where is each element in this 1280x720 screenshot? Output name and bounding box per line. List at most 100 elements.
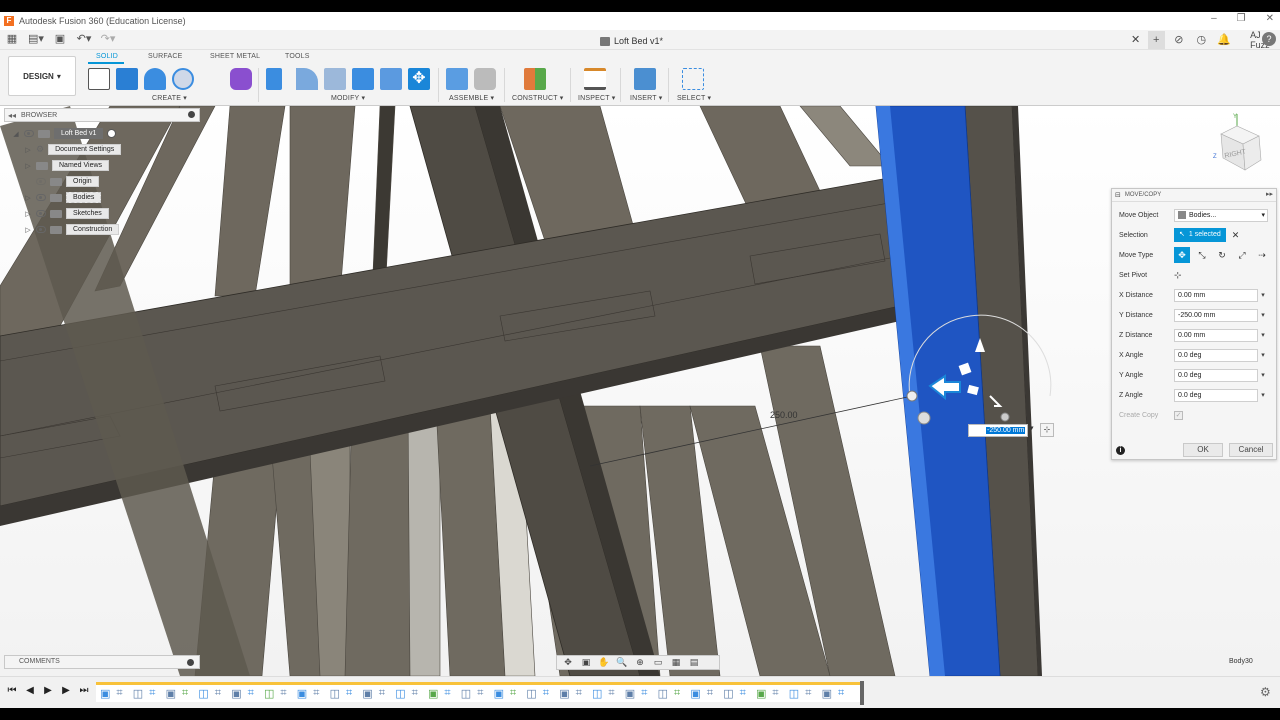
visibility-eye-icon[interactable]: [36, 194, 46, 201]
free-move-icon[interactable]: ✥: [1174, 247, 1190, 263]
collapse-panel-icon[interactable]: ◂◂: [8, 111, 16, 120]
timeline-feature-icon[interactable]: ▣: [756, 687, 766, 700]
offset-plane-icon[interactable]: [524, 68, 546, 90]
timeline-feature-icon[interactable]: ⌗: [248, 687, 254, 700]
chevron-down-icon[interactable]: ▾: [1258, 371, 1268, 379]
timeline-features[interactable]: ▣ ⌗ ◫ ⌗ ▣ ⌗ ◫ ⌗ ▣ ⌗ ◫ ⌗ ▣ ⌗ ◫ ⌗ ▣ ⌗ ◫ ⌗ ▣ ⌗ ◫ ⌗ ▣ ⌗ ◫ ⌗ ▣ ⌗ ◫ ⌗ ▣ ⌗ ◫ ⌗ ▣ ⌗ ◫ ⌗…: [96, 682, 862, 702]
data-panel-grid-icon[interactable]: ▦: [4, 32, 20, 47]
workspace-switcher[interactable]: DESIGN ▾: [8, 56, 76, 96]
y-distance-field[interactable]: -250.00 mm: [1174, 308, 1258, 322]
look-at-icon[interactable]: ▣: [579, 657, 593, 668]
timeline-marker[interactable]: [860, 681, 864, 705]
clear-selection-icon[interactable]: ✕: [1232, 230, 1240, 241]
press-pull-icon[interactable]: [266, 68, 282, 90]
x-distance-field[interactable]: 0.00 mm: [1174, 288, 1258, 302]
timeline-feature-icon[interactable]: ⌗: [149, 687, 155, 700]
step-forward-icon[interactable]: ▶: [61, 685, 71, 697]
close-tab-icon[interactable]: ✕: [1131, 33, 1140, 46]
chevron-down-icon[interactable]: ▾: [1258, 291, 1268, 299]
minimize-icon[interactable]: –: [1211, 13, 1217, 24]
chevron-down-icon[interactable]: ▾: [1258, 331, 1268, 339]
joint-icon[interactable]: [474, 68, 496, 90]
3d-viewport[interactable]: [0, 106, 1280, 676]
play-icon[interactable]: ▶: [43, 685, 53, 697]
fillet-icon[interactable]: [296, 68, 318, 90]
timeline-feature-icon[interactable]: ▣: [690, 687, 700, 700]
timeline-feature-icon[interactable]: ▣: [559, 687, 569, 700]
timeline-feature-icon[interactable]: ◫: [395, 687, 405, 700]
extensions-icon[interactable]: ⊘: [1171, 31, 1188, 49]
timeline-feature-icon[interactable]: ⌗: [641, 687, 647, 700]
timeline-feature-icon[interactable]: ◫: [461, 687, 471, 700]
cancel-button[interactable]: Cancel: [1229, 443, 1273, 457]
timeline-feature-icon[interactable]: ◫: [330, 687, 340, 700]
chamfer-icon[interactable]: [324, 68, 346, 90]
window-select-icon[interactable]: [682, 68, 704, 90]
chevron-down-icon[interactable]: ▾: [1258, 351, 1268, 359]
point-to-point-icon[interactable]: ⤢: [1234, 247, 1250, 263]
tab-solid[interactable]: SOLID: [96, 53, 118, 60]
z-distance-field[interactable]: 0.00 mm: [1174, 328, 1258, 342]
visibility-eye-icon[interactable]: [24, 130, 34, 137]
collapse-dialog-icon[interactable]: ⊟: [1115, 191, 1121, 199]
move-copy-icon[interactable]: ✥: [408, 68, 430, 90]
create-sketch-icon[interactable]: [88, 68, 110, 90]
visibility-eye-icon[interactable]: [36, 210, 46, 217]
form-icon[interactable]: [230, 68, 252, 90]
timeline-feature-icon[interactable]: ◫: [133, 687, 143, 700]
timeline-feature-icon[interactable]: ◫: [789, 687, 799, 700]
new-tab-icon[interactable]: +: [1148, 31, 1165, 49]
pan-icon[interactable]: ✋: [597, 657, 611, 668]
info-icon[interactable]: i: [1116, 446, 1125, 455]
zoom-icon[interactable]: 🔍: [615, 657, 629, 668]
activate-target-icon[interactable]: [107, 129, 117, 138]
browser-root-item[interactable]: ◢ Loft Bed v1: [12, 127, 117, 140]
timeline-feature-icon[interactable]: ▣: [166, 687, 176, 700]
timeline-feature-icon[interactable]: ▣: [428, 687, 438, 700]
orbit-icon[interactable]: ✥: [561, 657, 575, 668]
timeline-feature-icon[interactable]: ◫: [592, 687, 602, 700]
timeline-feature-icon[interactable]: ◫: [264, 687, 274, 700]
x-angle-field[interactable]: 0.0 deg: [1174, 348, 1258, 362]
construct-group-label[interactable]: CONSTRUCT ▾: [512, 94, 563, 102]
browser-item-construction[interactable]: ▷ Construction: [24, 223, 120, 236]
timeline-feature-icon[interactable]: ▣: [494, 687, 504, 700]
expand-arrow-icon[interactable]: ▷: [24, 194, 32, 202]
timeline-feature-icon[interactable]: ⌗: [182, 687, 188, 700]
insert-group-label[interactable]: INSERT ▾: [630, 94, 662, 102]
new-component-icon[interactable]: [446, 68, 468, 90]
pivot-icon[interactable]: ⊹: [1040, 423, 1054, 437]
timeline-feature-icon[interactable]: ▣: [625, 687, 635, 700]
timeline-feature-icon[interactable]: ⌗: [313, 687, 319, 700]
timeline-feature-icon[interactable]: ⌗: [510, 687, 516, 700]
close-window-icon[interactable]: ✕: [1266, 13, 1274, 24]
timeline-feature-icon[interactable]: ⌗: [707, 687, 713, 700]
translate-icon[interactable]: ⤡: [1194, 247, 1210, 263]
browser-item-named-views[interactable]: ▷ Named Views: [24, 159, 110, 172]
chevron-down-icon[interactable]: ▾: [1030, 424, 1034, 432]
create-copy-checkbox[interactable]: ✓: [1174, 410, 1183, 420]
inspect-group-label[interactable]: INSPECT ▾: [578, 94, 615, 102]
timeline-feature-icon[interactable]: ▣: [231, 687, 241, 700]
move-object-select[interactable]: Bodies... ▾: [1174, 208, 1268, 222]
distance-input[interactable]: -250.00 mm: [968, 424, 1028, 437]
timeline-feature-icon[interactable]: ◫: [658, 687, 668, 700]
timeline-feature-icon[interactable]: ⌗: [576, 687, 582, 700]
file-menu-icon[interactable]: ▤▾: [28, 32, 44, 47]
grid-settings-icon[interactable]: ▦: [669, 657, 683, 668]
hole-icon[interactable]: [172, 68, 194, 90]
visibility-eye-icon[interactable]: [36, 178, 46, 185]
y-angle-field[interactable]: 0.0 deg: [1174, 368, 1258, 382]
expand-dialog-icon[interactable]: ▸▸: [1266, 190, 1273, 198]
timeline-feature-icon[interactable]: ⌗: [444, 687, 450, 700]
timeline-feature-icon[interactable]: ⌗: [805, 687, 811, 700]
save-icon[interactable]: ▣: [52, 32, 68, 47]
notifications-icon[interactable]: 🔔: [1216, 31, 1233, 49]
chevron-down-icon[interactable]: ▾: [1258, 311, 1268, 319]
help-icon[interactable]: ?: [1262, 32, 1276, 46]
timeline-feature-icon[interactable]: ⌗: [543, 687, 549, 700]
redo-icon[interactable]: ↷▾: [100, 32, 116, 47]
visibility-eye-icon[interactable]: [36, 226, 46, 233]
timeline-feature-icon[interactable]: ◫: [526, 687, 536, 700]
go-to-start-icon[interactable]: ⏮: [7, 685, 17, 697]
